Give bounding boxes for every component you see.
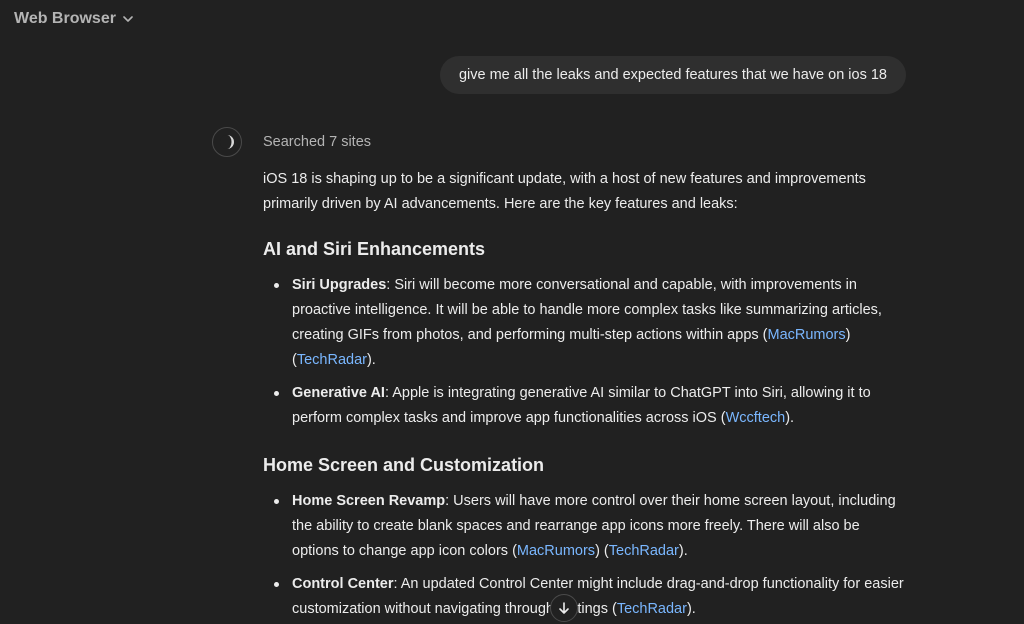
loading-spinner-icon [212, 127, 242, 157]
scroll-to-bottom-button[interactable] [550, 594, 578, 622]
item-title: Siri Upgrades [292, 277, 387, 293]
searched-sites-label[interactable]: Searched 7 sites [263, 134, 371, 150]
list-item: Control Center: An updated Control Cente… [274, 572, 908, 622]
chevron-down-icon [122, 13, 134, 25]
bullet-list: Home Screen Revamp: Users will have more… [263, 489, 908, 622]
chat-page: Web Browser give me all the leaks and ex… [0, 0, 1024, 624]
source-link-wccftech[interactable]: Wccftech [726, 410, 786, 426]
list-item: Home Screen Revamp: Users will have more… [274, 489, 908, 564]
model-title: Web Browser [14, 10, 116, 27]
list-item: Siri Upgrades: Siri will become more con… [274, 273, 908, 373]
assistant-content: iOS 18 is shaping up to be a significant… [263, 167, 908, 624]
source-link-macrumors[interactable]: MacRumors [767, 327, 845, 343]
source-link-techradar[interactable]: TechRadar [609, 543, 679, 559]
bullet-list: Siri Upgrades: Siri will become more con… [263, 273, 908, 431]
user-message: give me all the leaks and expected featu… [439, 56, 906, 94]
user-message-text: give me all the leaks and expected featu… [458, 67, 887, 83]
item-title: Control Center [292, 576, 394, 592]
intro-paragraph: iOS 18 is shaping up to be a significant… [263, 171, 866, 212]
source-link-techradar[interactable]: TechRadar [617, 601, 687, 617]
model-selector[interactable]: Web Browser [14, 10, 134, 28]
source-link-macrumors[interactable]: MacRumors [517, 543, 595, 559]
section-heading: Home Screen and Customization [263, 455, 545, 475]
list-item: Generative AI: Apple is integrating gene… [274, 381, 908, 431]
item-title: Home Screen Revamp [292, 493, 446, 509]
section-heading: AI and Siri Enhancements [263, 239, 486, 259]
item-title: Generative AI [292, 385, 385, 401]
source-link-techradar[interactable]: TechRadar [297, 352, 367, 368]
arrow-down-icon [557, 601, 571, 615]
